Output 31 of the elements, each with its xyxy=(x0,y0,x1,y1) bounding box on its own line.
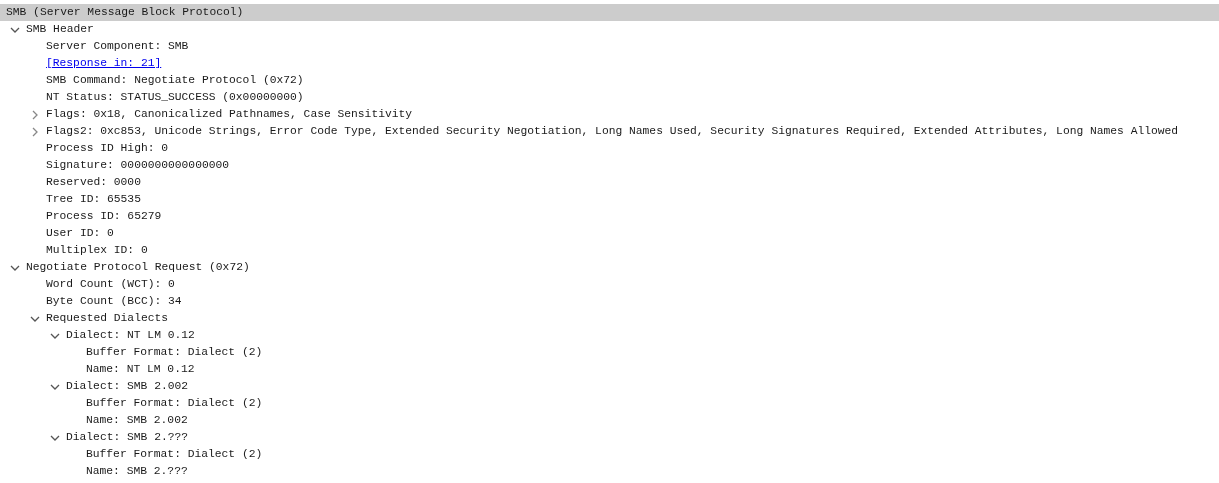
tree-item-label[interactable]: Tree ID: 65535 xyxy=(46,191,141,208)
tree-item-label[interactable]: Negotiate Protocol Request (0x72) xyxy=(26,259,250,276)
tree-item-label[interactable]: SMB (Server Message Block Protocol) xyxy=(6,4,244,21)
tree-item-label[interactable]: Name: SMB 2.??? xyxy=(86,463,188,480)
tree-item-label[interactable]: Dialect: NT LM 0.12 xyxy=(66,327,195,344)
selected-row[interactable]: SMB (Server Message Block Protocol) xyxy=(0,4,1219,21)
tree-item-label[interactable]: Process ID: 65279 xyxy=(46,208,162,225)
chevron-right-icon[interactable] xyxy=(30,109,40,120)
tree-item-label[interactable]: Name: NT LM 0.12 xyxy=(86,361,195,378)
tree-item-label[interactable]: Dialect: SMB 2.002 xyxy=(66,378,189,395)
tree-item-label[interactable]: Word Count (WCT): 0 xyxy=(46,276,175,293)
tree-item-label[interactable]: Buffer Format: Dialect (2) xyxy=(86,344,263,361)
tree-item-label[interactable]: Name: SMB 2.002 xyxy=(86,412,188,429)
tree-item-label[interactable]: Multiplex ID: 0 xyxy=(46,242,148,259)
tree-item-label[interactable]: Flags: 0x18, Canonicalized Pathnames, Case Sensitivity xyxy=(46,106,413,123)
tree-item-label[interactable]: Buffer Format: Dialect (2) xyxy=(86,395,263,412)
tree-item-label[interactable]: Reserved: 0000 xyxy=(46,174,141,191)
tree-item-label[interactable]: Requested Dialects xyxy=(46,310,169,327)
tree-item-label[interactable]: Process ID High: 0 xyxy=(46,140,169,157)
tree-item-label[interactable]: NT Status: STATUS_SUCCESS (0x00000000) xyxy=(46,89,304,106)
tree-item-label[interactable]: Byte Count (BCC): 34 xyxy=(46,293,182,310)
tree-item-label[interactable]: Buffer Format: Dialect (2) xyxy=(86,446,263,463)
chevron-right-icon[interactable] xyxy=(30,126,40,137)
tree-item-label[interactable]: Flags2: 0xc853, Unicode Strings, Error Code Type, Extended Security Negotiation, Long Names Used, Security Signatures Required, Extended Attributes, Long Names Allowed xyxy=(46,123,1179,140)
tree-item-label[interactable]: SMB Command: Negotiate Protocol (0x72) xyxy=(46,72,304,89)
tree-item-label[interactable]: SMB Header xyxy=(26,21,94,38)
tree-item-label[interactable]: User ID: 0 xyxy=(46,225,114,242)
response-link[interactable]: [Response in: 21] xyxy=(46,55,162,72)
tree-item-label[interactable]: Server Component: SMB xyxy=(46,38,189,55)
tree-item-label[interactable]: Dialect: SMB 2.??? xyxy=(66,429,189,446)
tree-item-label[interactable]: Signature: 0000000000000000 xyxy=(46,157,230,174)
